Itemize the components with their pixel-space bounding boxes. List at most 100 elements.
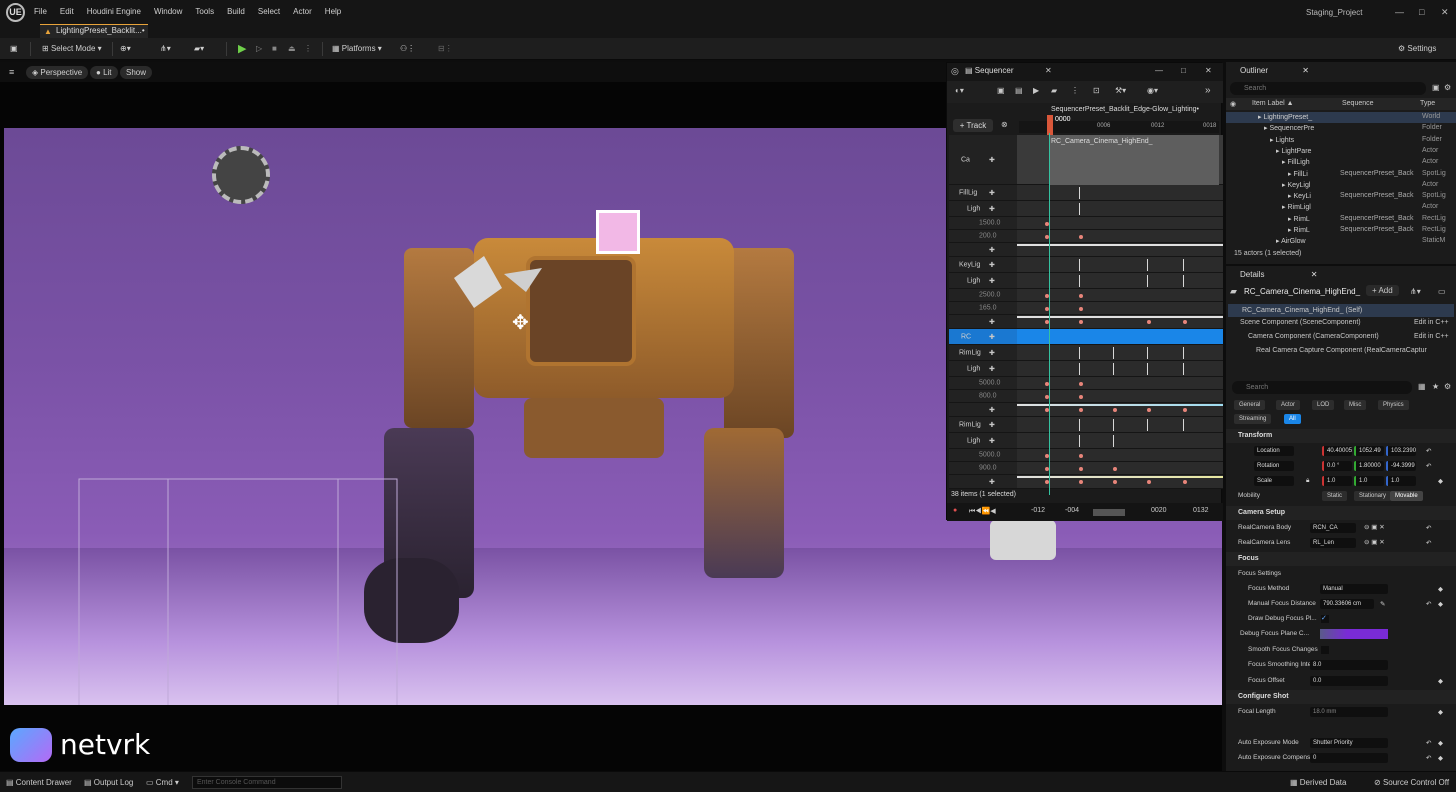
stop-icon[interactable]: ■ bbox=[272, 42, 277, 56]
menu-select[interactable]: Select bbox=[258, 7, 280, 16]
outliner-row[interactable]: ▸ Lights Folder bbox=[1226, 135, 1456, 146]
render-icon[interactable]: ▶ bbox=[1033, 86, 1039, 95]
level-tab[interactable]: ▲ LightingPreset_Backlit...• bbox=[40, 24, 148, 38]
track-lane[interactable] bbox=[1017, 345, 1223, 361]
edit-cpp-link[interactable]: Edit in C++ bbox=[1414, 333, 1449, 340]
category-configure-shot[interactable]: Configure Shot bbox=[1226, 690, 1456, 704]
source-control-icon[interactable]: ⚇⋮ bbox=[400, 42, 415, 56]
close-tab-icon[interactable]: ✕ bbox=[1302, 66, 1309, 75]
category-focus[interactable]: Focus bbox=[1226, 552, 1456, 566]
keyframe-marker[interactable] bbox=[1079, 394, 1083, 399]
outliner-row[interactable]: ▸ KeyLi SequencerPreset_Back SpotLig bbox=[1226, 191, 1456, 202]
skylight-icon[interactable] bbox=[212, 146, 270, 204]
filter-icon[interactable]: ⋮ bbox=[1071, 86, 1079, 95]
reset-icon[interactable]: ↶ bbox=[1426, 539, 1431, 547]
keyframe-marker[interactable] bbox=[1079, 381, 1083, 386]
rotation-dropdown[interactable]: Rotation bbox=[1254, 461, 1294, 471]
filter-physics[interactable]: Physics bbox=[1378, 400, 1409, 410]
lit-button[interactable]: ● Lit bbox=[90, 66, 118, 79]
filter-actor[interactable]: Actor bbox=[1276, 400, 1301, 410]
add-key-icon[interactable]: ✚ bbox=[989, 205, 995, 213]
maximize-button[interactable]: □ bbox=[1419, 7, 1424, 17]
track-lane[interactable] bbox=[1017, 433, 1223, 449]
add-track-button[interactable]: + Track bbox=[953, 119, 993, 132]
focus-settings-label[interactable]: Focus Settings bbox=[1238, 570, 1281, 577]
track-row[interactable]: 800.0 bbox=[947, 390, 1223, 403]
outliner-row[interactable]: ▸ LightPare Actor bbox=[1226, 146, 1456, 157]
rotation-y[interactable]: 1.80000 bbox=[1354, 461, 1384, 471]
track-row[interactable]: 1500.0 bbox=[947, 217, 1223, 230]
keyframe-marker[interactable] bbox=[1079, 408, 1083, 412]
platforms-button[interactable]: ▦ Platforms ▾ bbox=[332, 42, 382, 56]
start-frame[interactable]: -012 bbox=[1031, 507, 1045, 514]
track-label-cell[interactable]: ✚ bbox=[949, 475, 1017, 489]
reset-icon[interactable]: ↶ bbox=[1426, 754, 1431, 762]
focus-offset-input[interactable]: 0.0 bbox=[1310, 676, 1388, 686]
keyframe-marker[interactable] bbox=[1079, 480, 1083, 484]
keyframe-marker[interactable] bbox=[1113, 480, 1117, 484]
debug-color-swatch[interactable] bbox=[1320, 629, 1388, 639]
track-lane[interactable] bbox=[1017, 201, 1223, 217]
location-y[interactable]: 1052.49 bbox=[1354, 446, 1384, 456]
track-row[interactable]: 2500.0 bbox=[947, 289, 1223, 302]
track-row[interactable]: 165.0 bbox=[947, 302, 1223, 315]
outliner-row[interactable]: ▸ RimLigl Actor bbox=[1226, 202, 1456, 213]
filter-lod[interactable]: LOD bbox=[1312, 400, 1335, 410]
track-label-cell[interactable]: KeyLig ✚ bbox=[949, 257, 1017, 273]
track-label-cell[interactable]: Ligh ✚ bbox=[949, 201, 1017, 217]
keyframe-icon[interactable]: ◆ bbox=[1438, 739, 1443, 747]
sequencer-tab[interactable]: ▤ Sequencer bbox=[965, 66, 1013, 75]
camera-icon[interactable]: ▰ bbox=[1051, 86, 1057, 95]
move-gizmo-icon[interactable]: ✥ bbox=[512, 310, 529, 335]
perspective-button[interactable]: ◈ Perspective bbox=[26, 66, 89, 79]
mobility-stationary[interactable]: Stationary bbox=[1354, 491, 1392, 501]
camera-lens-select[interactable]: RL_Len bbox=[1310, 538, 1356, 548]
camera-body-select[interactable]: RCN_CA bbox=[1310, 523, 1356, 533]
maximize-icon[interactable]: □ bbox=[1181, 66, 1186, 75]
console-input[interactable]: Enter Console Command bbox=[192, 776, 342, 789]
location-z[interactable]: 103.2390 bbox=[1386, 446, 1416, 456]
eject-icon[interactable]: ⏏ bbox=[288, 42, 296, 56]
track-label-cell[interactable]: RC ✚ bbox=[949, 329, 1017, 345]
lock-icon[interactable]: 🔒︎ bbox=[1306, 477, 1309, 485]
location-dropdown[interactable]: Location bbox=[1254, 446, 1294, 456]
track-label-cell[interactable]: 900.0 bbox=[949, 462, 1017, 475]
add-key-icon[interactable]: ✚ bbox=[989, 421, 995, 429]
focal-length-input[interactable]: 18.0 mm bbox=[1310, 707, 1388, 717]
exposure-mode-select[interactable]: Shutter Priority bbox=[1310, 738, 1388, 748]
visibility-icon[interactable]: ◉ bbox=[1230, 100, 1236, 108]
track-row[interactable]: RimLig ✚ bbox=[947, 345, 1223, 361]
minimize-button[interactable]: — bbox=[1395, 7, 1404, 17]
add-key-icon[interactable]: ✚ bbox=[989, 333, 995, 341]
keyframe-icon[interactable]: ◆ bbox=[1438, 585, 1443, 593]
track-label-cell[interactable]: Ligh ✚ bbox=[949, 361, 1017, 377]
expand-icon[interactable]: » bbox=[1205, 85, 1211, 96]
track-lane[interactable] bbox=[1017, 185, 1223, 201]
track-label-cell[interactable]: 1500.0 bbox=[949, 217, 1017, 230]
keyframe-marker[interactable] bbox=[1147, 408, 1151, 412]
play-options-icon[interactable]: ⋮ bbox=[304, 42, 312, 56]
add-key-icon[interactable]: ✚ bbox=[989, 189, 995, 197]
track-row[interactable]: Ligh ✚ bbox=[947, 273, 1223, 289]
track-label-cell[interactable]: 5000.0 bbox=[949, 377, 1017, 390]
keyframe-marker[interactable] bbox=[1113, 408, 1117, 412]
view-options-icon[interactable]: ◉▾ bbox=[1147, 86, 1158, 95]
track-lane[interactable] bbox=[1017, 361, 1223, 377]
record-icon[interactable]: ● bbox=[953, 507, 957, 514]
scale-dropdown[interactable]: Scale bbox=[1254, 476, 1294, 486]
track-label-cell[interactable]: ✚ bbox=[949, 403, 1017, 417]
track-label-cell[interactable]: Ligh ✚ bbox=[949, 273, 1017, 289]
browse-icon[interactable]: ▤ bbox=[1015, 86, 1023, 95]
track-label-cell[interactable]: Ligh ✚ bbox=[949, 433, 1017, 449]
rotation-x[interactable]: 0.0 ° bbox=[1322, 461, 1352, 471]
add-key-icon[interactable]: ✚ bbox=[989, 261, 995, 269]
end-frame[interactable]: 0132 bbox=[1193, 507, 1209, 514]
outliner-search-input[interactable]: Search bbox=[1230, 82, 1426, 95]
keyframe-icon[interactable]: ◆ bbox=[1438, 477, 1443, 485]
add-key-icon[interactable]: ✚ bbox=[989, 365, 995, 373]
timeline-scrollbar[interactable] bbox=[1093, 509, 1125, 516]
mobility-static[interactable]: Static bbox=[1322, 491, 1348, 501]
blueprint-icon[interactable]: ⋔▾ bbox=[160, 42, 171, 56]
play-step-icon[interactable]: ▷ bbox=[256, 42, 262, 56]
add-key-icon[interactable]: ✚ bbox=[989, 478, 995, 486]
